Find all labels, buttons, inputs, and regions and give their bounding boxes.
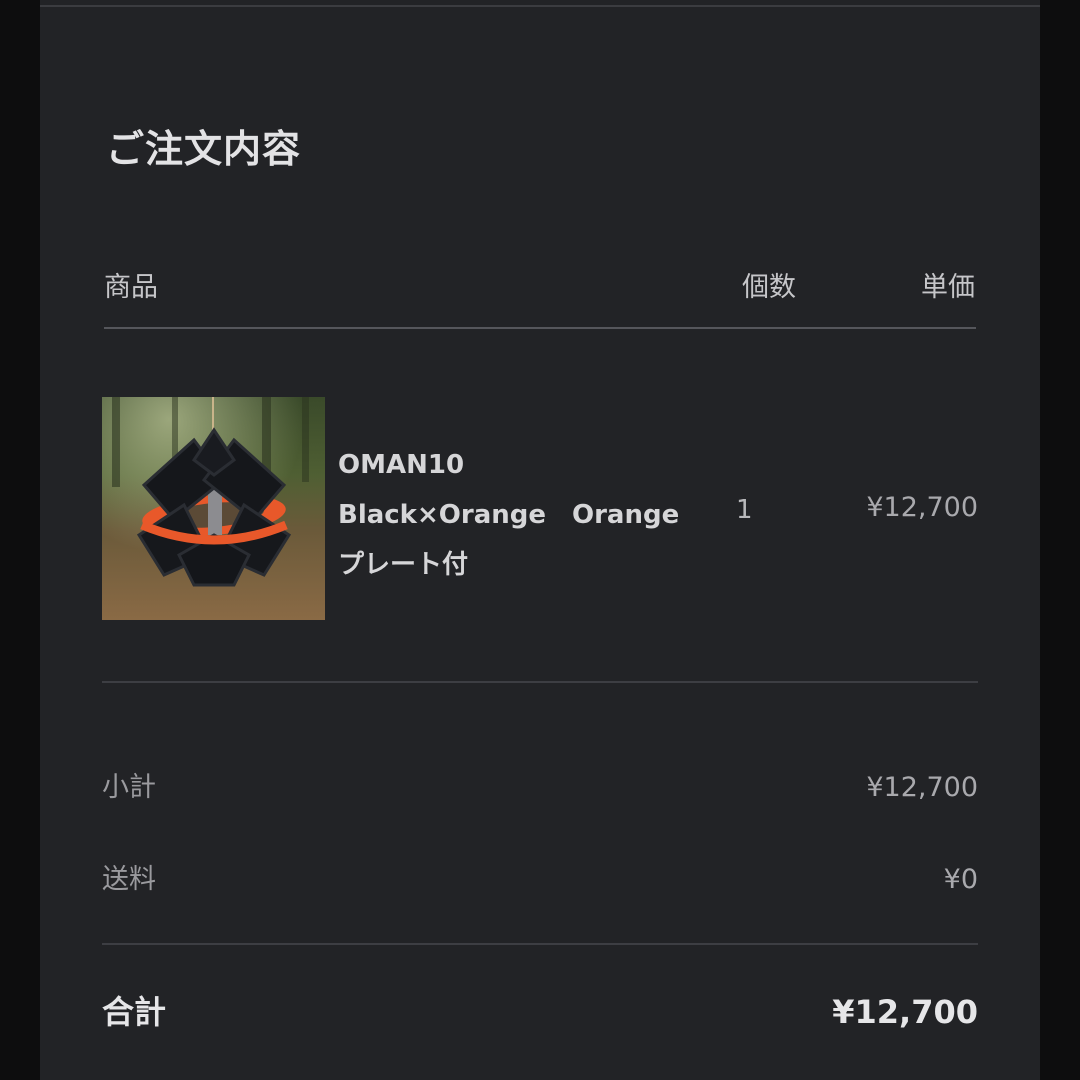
column-header-quantity: 個数 — [742, 272, 796, 303]
product-name-line-2: Black×Orange Orange — [338, 500, 680, 530]
shipping-label: 送料 — [102, 864, 156, 895]
product-photo-illustration — [102, 397, 325, 620]
header-divider — [104, 327, 976, 329]
total-value: ¥12,700 — [832, 993, 978, 1031]
column-header-product: 商品 — [104, 272, 158, 303]
order-summary-panel: ご注文内容 商品 個数 単価 OMAN10 Black×Orange Orang… — [40, 0, 1040, 1080]
item-divider — [102, 681, 978, 683]
product-image[interactable] — [102, 397, 325, 620]
top-divider — [40, 5, 1040, 7]
item-quantity: 1 — [736, 495, 753, 525]
subtotal-value: ¥12,700 — [866, 772, 978, 803]
product-name-line-3: プレート付 — [338, 550, 469, 580]
column-header-unit-price: 単価 — [921, 272, 975, 303]
shipping-value: ¥0 — [943, 864, 978, 895]
item-unit-price: ¥12,700 — [866, 492, 978, 523]
product-name-line-1: OMAN10 — [338, 450, 465, 480]
summary-divider — [102, 943, 978, 945]
product-name[interactable]: OMAN10 Black×Orange Orange プレート付 — [338, 440, 698, 590]
page-title: ご注文内容 — [106, 127, 302, 171]
total-label: 合計 — [102, 993, 167, 1031]
subtotal-label: 小計 — [102, 772, 156, 803]
